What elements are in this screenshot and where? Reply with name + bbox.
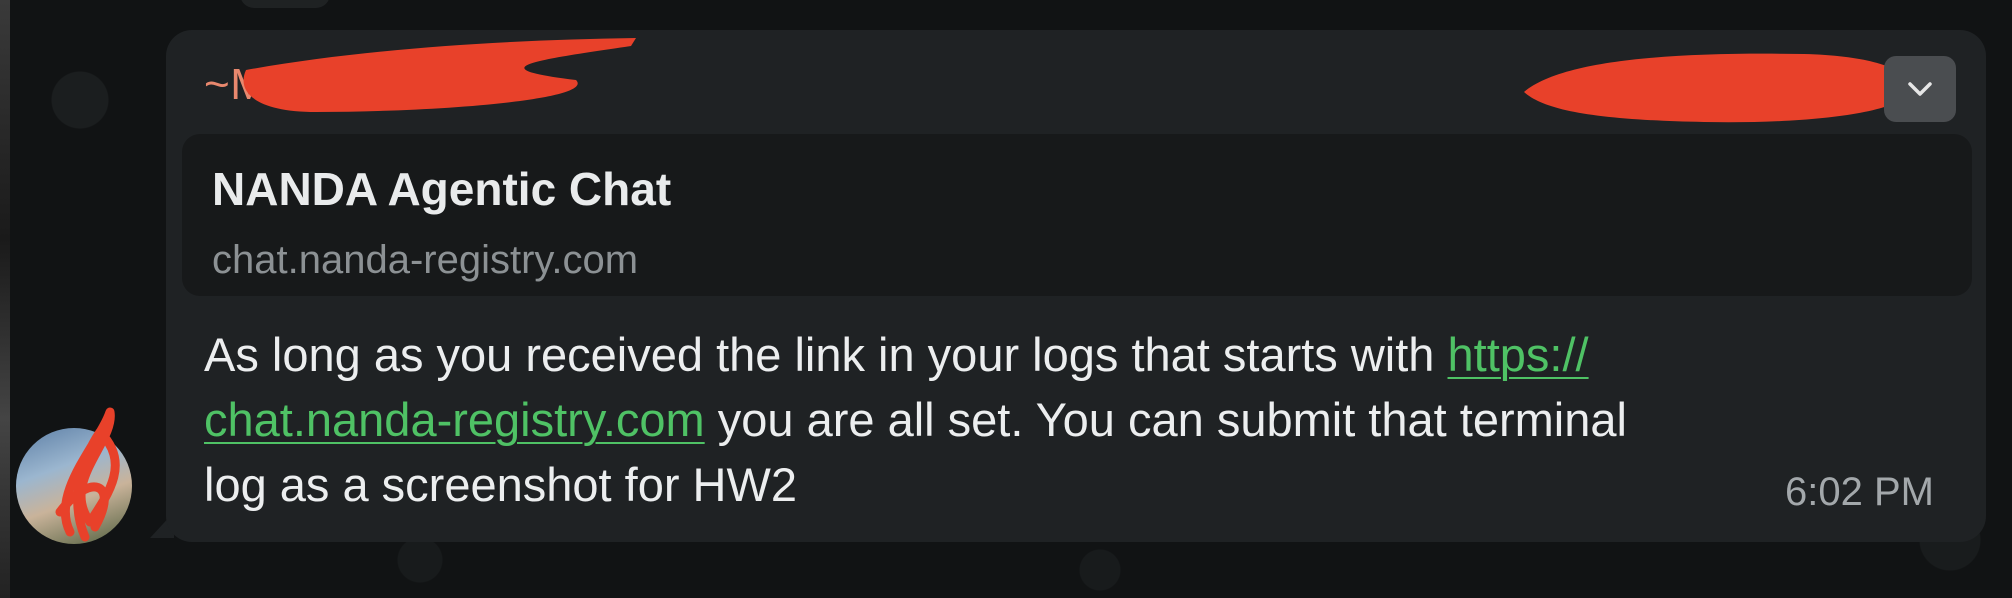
message-text-segment-2: you are all set. You can submit that ter… [704, 393, 1627, 446]
message-line-1: As long as you received the link in your… [204, 322, 1924, 387]
message-menu-button[interactable] [1884, 56, 1956, 122]
message-text: As long as you received the link in your… [204, 322, 1924, 517]
avatar-redaction-scribble [55, 407, 120, 542]
message-bubble[interactable]: ~M NANDA Agentic Chat chat.nanda-registr… [166, 30, 1986, 542]
message-link-part-2[interactable]: chat.nanda-registry.com [204, 393, 705, 446]
link-preview-domain: chat.nanda-registry.com [212, 238, 639, 282]
message-line-3: log as a screenshot for HW2 [204, 458, 797, 511]
chevron-down-icon [1908, 82, 1932, 96]
window-edge [0, 0, 10, 598]
previous-message-edge [240, 0, 330, 8]
message-timestamp: 6:02 PM [1785, 470, 1934, 514]
link-preview-title: NANDA Agentic Chat [212, 163, 672, 215]
message-line-2: chat.nanda-registry.com you are all set.… [204, 387, 1924, 452]
message-link-part-1[interactable]: https:// [1448, 328, 1589, 381]
sender-name-redaction [243, 38, 636, 112]
reaction-redaction [1524, 53, 1910, 123]
message-text-segment-1: As long as you received the link in your… [204, 328, 1448, 381]
link-preview-card[interactable]: NANDA Agentic Chat chat.nanda-registry.c… [182, 134, 1972, 296]
